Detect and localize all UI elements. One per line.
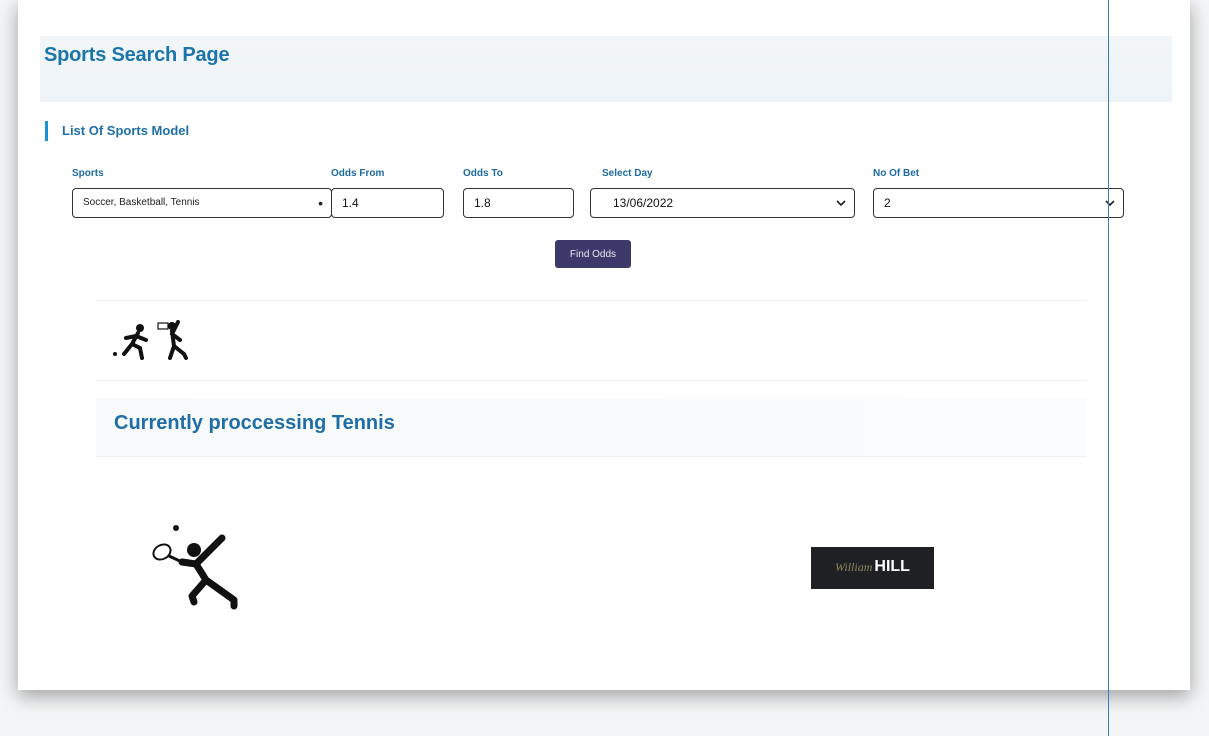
no-of-bet-dropdown[interactable]: 2	[873, 188, 1124, 218]
william-hill-logo: William HILL	[811, 547, 934, 589]
logo-script-text: William	[835, 560, 873, 574]
odds-from-input[interactable]: 1.4	[331, 188, 444, 218]
sports-value: Soccer, Basketball, Tennis	[83, 197, 200, 208]
vertical-guide-line	[1108, 0, 1109, 736]
select-day-dropdown[interactable]: 13/06/2022	[590, 188, 855, 218]
divider	[96, 300, 1086, 301]
dropdown-dot-icon: •	[318, 195, 323, 211]
logo-bold-text: HILL	[874, 558, 910, 575]
odds-to-label: Odds To	[463, 168, 503, 179]
find-odds-button[interactable]: Find Odds	[555, 240, 631, 268]
odds-to-input[interactable]: 1.8	[463, 188, 574, 218]
divider	[96, 380, 1086, 381]
sports-label: Sports	[72, 168, 104, 179]
tennis-player-icon	[150, 522, 260, 617]
no-of-bet-value: 2	[884, 196, 891, 210]
page-title: Sports Search Page	[44, 44, 230, 66]
chevron-down-icon	[1105, 189, 1115, 228]
sports-multiselect[interactable]: Soccer, Basketball, Tennis •	[72, 188, 332, 218]
odds-from-label: Odds From	[331, 168, 385, 179]
divider	[96, 456, 1086, 457]
basketball-player-icon	[157, 320, 188, 360]
sports-icons-row	[112, 318, 212, 369]
section-heading: List Of Sports Model	[45, 121, 189, 141]
no-of-bet-label: No Of Bet	[873, 168, 920, 179]
soccer-player-icon	[113, 320, 188, 360]
select-day-value: 13/06/2022	[613, 196, 674, 210]
chevron-down-icon	[836, 189, 846, 228]
select-day-label: Select Day	[602, 168, 653, 179]
processing-status: Currently proccessing Tennis	[114, 412, 395, 434]
